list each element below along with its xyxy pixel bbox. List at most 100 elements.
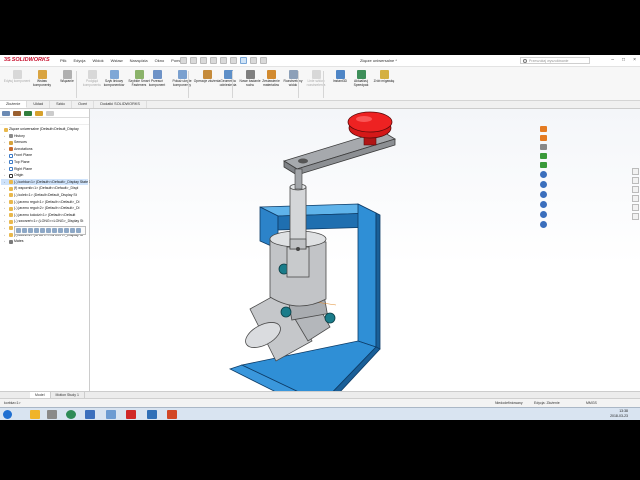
solidworks-forum-icon[interactable]: [540, 181, 547, 188]
expand-icon[interactable]: ›: [4, 146, 5, 153]
design-library-icon[interactable]: [540, 135, 547, 141]
system-tray[interactable]: 13:38 2018-03-23: [610, 409, 628, 418]
view-palette-icon[interactable]: [540, 153, 547, 159]
tree-root[interactable]: Złącze uniwersalne (Default<Default_Disp…: [1, 126, 88, 133]
open-icon[interactable]: [190, 57, 197, 64]
file-explorer-icon[interactable]: [540, 144, 547, 150]
appearance-icon[interactable]: [40, 228, 45, 233]
resources-icon[interactable]: [540, 126, 547, 132]
expand-icon[interactable]: ›: [4, 179, 5, 186]
tree-item[interactable]: › (-) korbka<1> (Default<<Default>_Displa…: [1, 178, 94, 186]
tree-item[interactable]: › (-) kolek<1> (Default<Default_Display S…: [1, 192, 88, 199]
open-part-icon[interactable]: [22, 228, 27, 233]
tree-item[interactable]: › Sensors: [1, 139, 88, 146]
select-icon[interactable]: [240, 57, 247, 64]
file-explorer-taskbar-icon[interactable]: [30, 410, 40, 419]
tree-item[interactable]: › History: [1, 133, 88, 140]
expand-icon[interactable]: ›: [4, 199, 5, 206]
section-view-icon[interactable]: [632, 195, 639, 202]
help-icon[interactable]: [540, 211, 547, 218]
options-icon[interactable]: [260, 57, 267, 64]
tree-item[interactable]: › Mates: [1, 238, 88, 245]
normal-to-icon[interactable]: [58, 228, 63, 233]
expand-icon[interactable]: ›: [4, 212, 5, 219]
status-units[interactable]: MMGS: [586, 401, 597, 405]
search-input[interactable]: Przeszukaj wyszukiwanie: [520, 57, 590, 64]
save-icon[interactable]: [200, 57, 207, 64]
tree-item[interactable]: › Origin: [1, 172, 88, 179]
menu-item[interactable]: Edycja: [73, 58, 85, 63]
menu-item[interactable]: Plik: [60, 58, 66, 63]
properties-icon[interactable]: [64, 228, 69, 233]
configuration-tab-icon[interactable]: [24, 111, 32, 116]
ribbon-button[interactable]: Zrób migawkę: [370, 70, 398, 100]
chrome-taskbar-icon[interactable]: [66, 410, 76, 419]
expand-icon[interactable]: ›: [4, 152, 5, 159]
command-tab[interactable]: Złożenie: [0, 101, 28, 108]
ribbon-button[interactable]: Przesuń komponent: [143, 70, 171, 100]
print-icon[interactable]: [210, 57, 217, 64]
crank-arm-part[interactable]: [283, 130, 396, 190]
expand-icon[interactable]: ›: [4, 238, 5, 245]
tree-item[interactable]: › (-) jarzmo reguł<2> (Default<<Default>_…: [1, 205, 88, 212]
command-tab[interactable]: Dodatki SOLIDWORKS: [94, 101, 147, 108]
command-tab[interactable]: Szkic: [50, 101, 73, 108]
expand-icon[interactable]: ›: [4, 172, 5, 179]
view-orientation-icon[interactable]: [632, 204, 639, 211]
custom-properties-icon[interactable]: [540, 171, 547, 178]
tree-item[interactable]: › (f) wspornik<1> (Default<<Default>_Disp…: [1, 185, 88, 192]
menu-item[interactable]: Wstaw: [111, 58, 123, 63]
app2-taskbar-icon[interactable]: [106, 410, 116, 419]
property-manager-tab-icon[interactable]: [13, 111, 21, 116]
tree-filter[interactable]: [0, 118, 89, 125]
restore-icon[interactable]: □: [622, 57, 625, 63]
minimize-icon[interactable]: –: [611, 57, 614, 63]
command-tab[interactable]: Oceń: [72, 101, 95, 108]
tree-item[interactable]: › Front Plane: [1, 152, 88, 159]
dimxpert-tab-icon[interactable]: [35, 111, 43, 116]
display-style-icon[interactable]: [632, 213, 639, 220]
close-icon[interactable]: ×: [633, 57, 636, 63]
expand-icon[interactable]: ›: [4, 232, 5, 239]
zoom-area-icon[interactable]: [632, 177, 639, 184]
menu-item[interactable]: Narzędzia: [130, 58, 148, 63]
display-manager-tab-icon[interactable]: [46, 111, 54, 116]
ribbon-button[interactable]: Wstaw komponenty: [28, 70, 56, 100]
solidworks-logo[interactable]: 3SSOLIDWORKS: [4, 57, 50, 65]
zoom-fit-icon[interactable]: [632, 168, 639, 175]
ribbon-button[interactable]: Edytuj komponent: [3, 70, 31, 100]
transparency-icon[interactable]: [34, 228, 39, 233]
expand-icon[interactable]: ›: [4, 159, 5, 166]
previous-view-icon[interactable]: [632, 186, 639, 193]
rebuild-icon[interactable]: [250, 57, 257, 64]
settings-taskbar-icon[interactable]: [147, 410, 157, 419]
tree-item[interactable]: › Right Plane: [1, 166, 88, 173]
solidworks-taskbar-icon[interactable]: [126, 410, 136, 419]
graphics-area[interactable]: [90, 109, 640, 420]
expand-icon[interactable]: ›: [4, 133, 5, 140]
powerpoint-taskbar-icon[interactable]: [167, 410, 177, 419]
expand-icon[interactable]: ›: [4, 205, 5, 212]
expand-icon[interactable]: ›: [4, 225, 5, 232]
assembly-model[interactable]: [90, 109, 640, 410]
undo-icon[interactable]: [220, 57, 227, 64]
appearances-icon[interactable]: [540, 162, 547, 168]
ribbon-button[interactable]: Pokaż ukryte komponenty: [168, 70, 196, 100]
start-button-icon[interactable]: [3, 410, 12, 419]
app-taskbar-icon[interactable]: [85, 410, 95, 419]
isolate-icon[interactable]: [76, 228, 81, 233]
rebuild-part-icon[interactable]: [70, 228, 75, 233]
media-taskbar-icon[interactable]: [47, 410, 57, 419]
edit-part-icon[interactable]: [16, 228, 21, 233]
mate-icon[interactable]: [46, 228, 51, 233]
expand-icon[interactable]: ›: [4, 218, 5, 225]
menu-item[interactable]: Widok: [92, 58, 103, 63]
menu-item[interactable]: Okno: [155, 58, 165, 63]
3d-content-icon[interactable]: [540, 201, 547, 208]
expand-icon[interactable]: ›: [4, 185, 5, 192]
tree-item[interactable]: › (-) jarzmo reguł<1> (Default<<Default>_…: [1, 199, 88, 206]
command-tab[interactable]: Układ: [27, 101, 51, 108]
tree-item[interactable]: › Annotations: [1, 146, 88, 153]
ribbon-button[interactable]: Szyk liniowy komponentów: [100, 70, 128, 100]
search-pane-icon[interactable]: [540, 221, 547, 228]
